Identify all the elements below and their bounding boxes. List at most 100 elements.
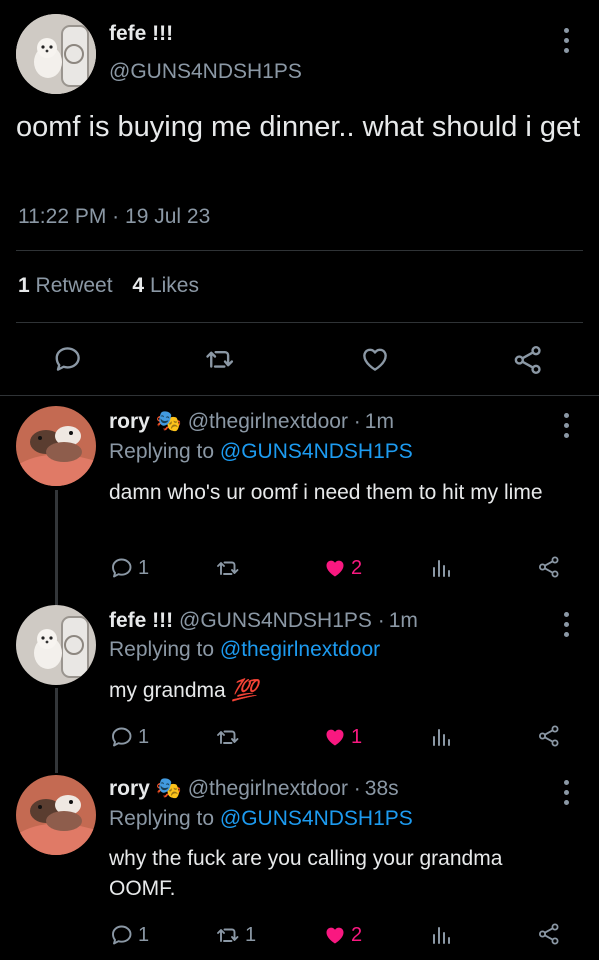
emoji: 🎭: [155, 777, 182, 800]
share-icon: [539, 923, 559, 945]
reply-time[interactable]: 38s: [365, 777, 399, 800]
replying-to: Replying to @GUNS4NDSH1PS: [109, 440, 413, 464]
retweet-icon: [217, 561, 239, 575]
reply-time[interactable]: 1m: [365, 410, 394, 433]
retweet-button[interactable]: [215, 556, 249, 580]
share-icon: [514, 346, 541, 374]
handle[interactable]: @GUNS4NDSH1PS: [109, 60, 302, 84]
like-button[interactable]: 1: [323, 725, 362, 749]
replying-to-link[interactable]: @thegirlnextdoor: [220, 638, 380, 661]
reply-button[interactable]: 1: [110, 725, 149, 749]
like-button[interactable]: 2: [323, 923, 362, 947]
likes-count: 4: [132, 274, 145, 297]
separator: ·: [377, 609, 385, 632]
like-count: 2: [351, 923, 363, 946]
like-icon: [363, 348, 387, 371]
emoji: 🎭: [155, 410, 182, 433]
share-icon: [539, 556, 559, 578]
reply-text: damn who's ur oomf i need them to hit my…: [109, 481, 543, 504]
hundred-emoji: 💯: [231, 679, 258, 702]
share-icon: [539, 725, 559, 747]
avatar[interactable]: [16, 605, 96, 685]
retweets-count: 1: [18, 274, 30, 297]
reply-text: why the fuck are you calling your grandm…: [109, 847, 503, 900]
display-name[interactable]: fefe !!!: [109, 609, 173, 632]
like-icon: [326, 927, 344, 944]
more-icon[interactable]: [563, 28, 569, 53]
reply-time[interactable]: 1m: [389, 609, 418, 632]
tweet-text: oomf is buying me dinner.. what should i…: [16, 111, 581, 143]
like-icon: [326, 729, 344, 746]
views-icon: [433, 729, 450, 746]
replying-to: Replying to @GUNS4NDSH1PS: [109, 807, 413, 831]
replying-label: Replying to: [109, 638, 215, 661]
reply-icon: [55, 347, 80, 371]
share-button[interactable]: [537, 724, 561, 748]
tweet-timestamp[interactable]: 11:22 PM · 19 Jul 23: [18, 205, 210, 229]
views-button[interactable]: [431, 923, 453, 947]
reply-button[interactable]: 1: [110, 556, 149, 580]
more-icon[interactable]: [563, 612, 569, 637]
views-icon: [433, 560, 450, 577]
display-name[interactable]: fefe !!!: [109, 22, 173, 46]
replying-to-link[interactable]: @GUNS4NDSH1PS: [220, 807, 413, 830]
avatar[interactable]: [16, 14, 96, 94]
reply-header: fefe !!! @GUNS4NDSH1PS · 1m: [109, 609, 418, 633]
like-button[interactable]: [360, 344, 390, 374]
reply-text-row: my grandma 💯: [109, 676, 258, 706]
reply-icon: [112, 727, 132, 747]
reply-icon: [112, 925, 132, 945]
like-count: 2: [351, 556, 363, 579]
reply-icon: [112, 558, 132, 578]
reply-header: rory 🎭 @thegirlnextdoor · 38s: [109, 777, 399, 801]
retweet-count: 1: [245, 923, 257, 946]
likes-label: Likes: [149, 274, 199, 297]
thread-line: [55, 490, 58, 605]
share-button[interactable]: [537, 555, 561, 579]
display-name[interactable]: rory: [109, 410, 150, 433]
separator: ·: [112, 205, 120, 228]
share-button[interactable]: [537, 922, 561, 946]
retweet-icon: [217, 730, 239, 744]
retweet-button[interactable]: 1: [215, 923, 256, 947]
handle[interactable]: @GUNS4NDSH1PS: [179, 609, 372, 632]
tweet-date: 19 Jul 23: [125, 205, 211, 228]
avatar[interactable]: [16, 775, 96, 855]
retweet-icon: [206, 350, 234, 368]
more-icon[interactable]: [563, 413, 569, 438]
views-button[interactable]: [431, 725, 453, 749]
retweet-button[interactable]: [203, 344, 237, 374]
separator: ·: [353, 777, 361, 800]
likes-stat[interactable]: 4 Likes: [132, 274, 199, 297]
reply-count: 1: [138, 923, 150, 946]
retweet-icon: [217, 928, 239, 942]
more-icon[interactable]: [563, 780, 569, 805]
replying-to: Replying to @thegirlnextdoor: [109, 638, 380, 662]
replying-to-link[interactable]: @GUNS4NDSH1PS: [220, 440, 413, 463]
reply-count: 1: [138, 556, 150, 579]
handle[interactable]: @thegirlnextdoor: [188, 777, 348, 800]
reply-text: my grandma: [109, 679, 226, 702]
reply-button[interactable]: [53, 344, 83, 374]
replying-label: Replying to: [109, 807, 215, 830]
avatar[interactable]: [16, 406, 96, 486]
views-icon: [433, 927, 450, 944]
divider: [16, 250, 583, 251]
replying-label: Replying to: [109, 440, 215, 463]
handle[interactable]: @thegirlnextdoor: [188, 410, 348, 433]
tweet-time: 11:22 PM: [18, 205, 107, 228]
retweets-stat[interactable]: 1 Retweet: [18, 274, 118, 297]
divider: [16, 322, 583, 323]
reply-button[interactable]: 1: [110, 923, 149, 947]
thread-line: [55, 688, 58, 773]
like-button[interactable]: 2: [323, 556, 362, 580]
like-icon: [326, 560, 344, 577]
separator: ·: [353, 410, 361, 433]
share-button[interactable]: [512, 344, 544, 376]
display-name[interactable]: rory: [109, 777, 150, 800]
views-button[interactable]: [431, 556, 453, 580]
reply-count: 1: [138, 725, 150, 748]
engagement-stats: 1 Retweet 4 Likes: [18, 274, 199, 298]
retweet-button[interactable]: [215, 725, 249, 749]
like-count: 1: [351, 725, 363, 748]
